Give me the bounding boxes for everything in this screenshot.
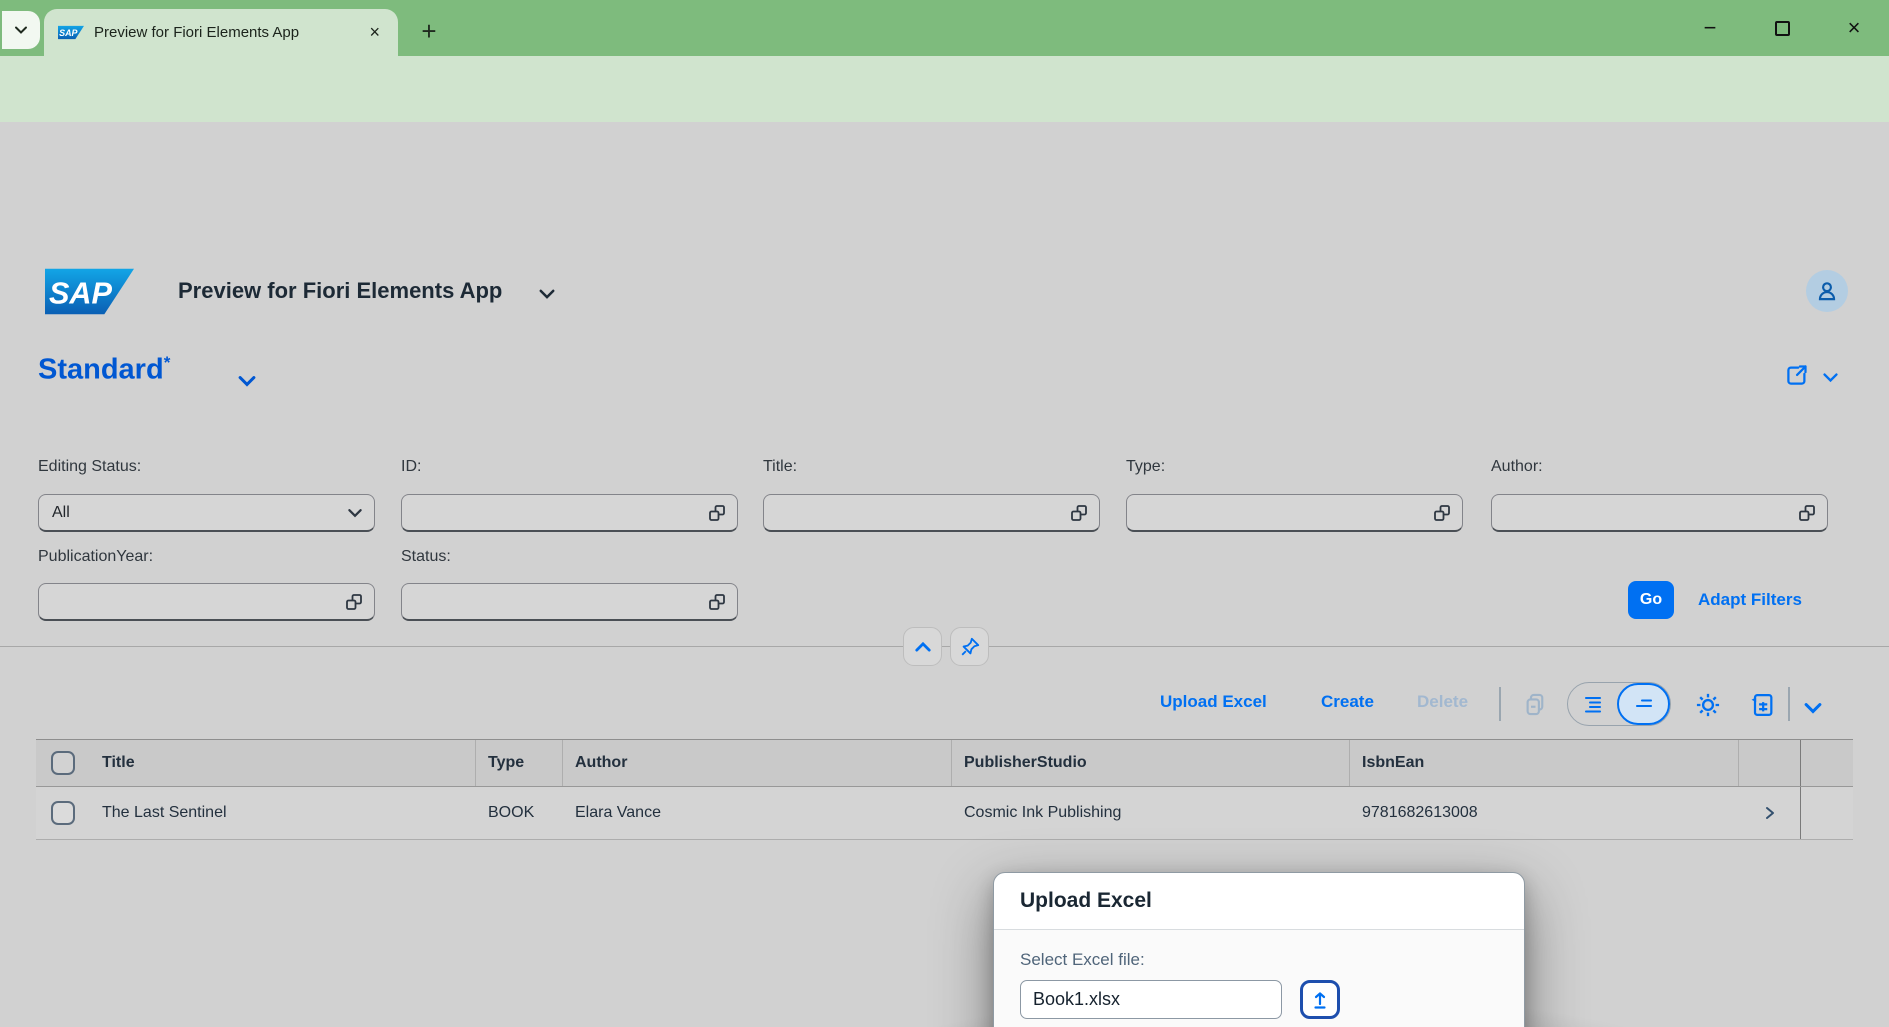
browser-titlebar: SAP Preview for Fiori Elements App × + −… [0, 0, 1889, 56]
row-display-segmented-control [1567, 682, 1671, 726]
adapt-filters-link[interactable]: Adapt Filters [1698, 590, 1802, 610]
filter-input-title[interactable] [763, 494, 1100, 532]
cell-type: BOOK [476, 787, 563, 839]
value-help-icon[interactable] [707, 503, 727, 523]
filter-select-editing-status[interactable]: All [38, 494, 375, 532]
filter-input-author[interactable] [1491, 494, 1828, 532]
variant-dirty-marker: * [164, 353, 171, 372]
row-select-cell [36, 787, 90, 839]
user-avatar-button[interactable] [1806, 270, 1848, 312]
chevron-down-icon [346, 504, 364, 522]
value-help-icon[interactable] [344, 592, 364, 612]
minimize-button[interactable]: − [1697, 15, 1723, 41]
column-header-gutter [1800, 740, 1853, 786]
collapse-filterbar-button[interactable] [903, 627, 942, 666]
tab-title: Preview for Fiori Elements App [94, 24, 355, 41]
copy-icon [1522, 691, 1549, 718]
new-tab-button[interactable]: + [412, 14, 446, 48]
filter-label-publicationyear: PublicationYear: [38, 548, 153, 566]
file-browse-button[interactable] [1300, 980, 1340, 1019]
window-controls: − × [1697, 0, 1889, 56]
collapse-rows-segment[interactable] [1568, 683, 1617, 725]
maximize-icon [1775, 21, 1790, 36]
filter-label-editing-status: Editing Status: [38, 458, 141, 476]
column-header-publisherstudio[interactable]: PublisherStudio [952, 740, 1350, 786]
filterbar-divider [0, 646, 1889, 647]
table-menu-chevron-icon[interactable] [1802, 697, 1824, 719]
table-row[interactable]: The Last Sentinel BOOK Elara Vance Cosmi… [36, 787, 1853, 840]
fiori-app-page: SAP Preview for Fiori Elements App Stand… [0, 122, 1889, 1027]
expand-rows-icon [1633, 693, 1655, 715]
sap-favicon: SAP [58, 25, 84, 40]
delete-button: Delete [1417, 692, 1468, 712]
tab-search-button[interactable] [2, 11, 40, 49]
svg-text:SAP: SAP [49, 276, 113, 310]
export-spreadsheet-icon[interactable] [1748, 691, 1776, 719]
share-menu-chevron-icon[interactable] [1821, 368, 1840, 387]
filter-label-author: Author: [1491, 458, 1543, 476]
close-window-button[interactable]: × [1841, 15, 1867, 41]
upload-arrow-icon [1308, 988, 1332, 1012]
page-title: Preview for Fiori Elements App [178, 278, 502, 304]
cell-publisher: Cosmic Ink Publishing [952, 787, 1350, 839]
value-help-icon[interactable] [707, 592, 727, 612]
filter-label-id: ID: [401, 458, 421, 476]
browser-navbar: 7ab63f61-d9c7-4bcf-9057-beead39881c1.aba… [0, 56, 1889, 122]
collapse-rows-icon [1582, 693, 1604, 715]
toolbar-separator [1788, 687, 1790, 721]
dialog-title: Upload Excel [1020, 889, 1152, 913]
filter-input-status[interactable] [401, 583, 738, 621]
chevron-up-icon [913, 637, 933, 657]
gear-icon[interactable] [1694, 691, 1722, 719]
value-help-icon[interactable] [1797, 503, 1817, 523]
go-button[interactable]: Go [1628, 581, 1674, 619]
table-header-row: Title Type Author PublisherStudio IsbnEa… [36, 739, 1853, 787]
variant-chevron-icon[interactable] [236, 370, 258, 392]
filter-label-type: Type: [1126, 458, 1165, 476]
sap-logo: SAP [45, 267, 134, 316]
cell-author: Elara Vance [563, 787, 952, 839]
column-header-type[interactable]: Type [476, 740, 563, 786]
filter-label-title: Title: [763, 458, 797, 476]
cell-isbn: 9781682613008 [1350, 787, 1739, 839]
filter-select-value: All [52, 504, 346, 522]
value-help-icon[interactable] [1069, 503, 1089, 523]
upload-excel-dialog: Upload Excel Select Excel file: Upload E… [993, 872, 1525, 1027]
column-header-author[interactable]: Author [563, 740, 952, 786]
filter-input-publicationyear[interactable] [38, 583, 375, 621]
column-header-isbnean[interactable]: IsbnEan [1350, 740, 1739, 786]
toolbar-separator [1499, 687, 1501, 721]
dialog-body: Select Excel file: [994, 930, 1524, 1027]
pin-icon [959, 636, 981, 658]
value-help-icon[interactable] [1432, 503, 1452, 523]
row-gutter [1800, 787, 1853, 839]
file-select-label: Select Excel file: [1020, 950, 1498, 970]
svg-text:SAP: SAP [59, 28, 77, 38]
filter-input-id[interactable] [401, 494, 738, 532]
file-name-input[interactable] [1020, 980, 1282, 1019]
variant-title[interactable]: Standard* [38, 353, 170, 387]
upload-excel-toolbar-button[interactable]: Upload Excel [1160, 692, 1267, 712]
row-checkbox[interactable] [51, 801, 75, 825]
select-all-cell [36, 740, 90, 786]
person-icon [1814, 278, 1840, 304]
create-button[interactable]: Create [1321, 692, 1374, 712]
expand-rows-segment[interactable] [1617, 683, 1670, 725]
cell-title: The Last Sentinel [90, 787, 476, 839]
filter-input-type[interactable] [1126, 494, 1463, 532]
select-all-checkbox[interactable] [51, 751, 75, 775]
browser-tab[interactable]: SAP Preview for Fiori Elements App × [44, 9, 398, 56]
row-navigation-chevron-icon[interactable] [1739, 787, 1800, 839]
tab-search-chevron-icon [13, 22, 29, 38]
pin-filterbar-button[interactable] [950, 627, 989, 666]
dialog-header: Upload Excel [994, 873, 1524, 930]
tab-close-button[interactable]: × [365, 22, 384, 43]
share-icon[interactable] [1783, 362, 1810, 389]
books-table: Title Type Author PublisherStudio IsbnEa… [36, 739, 1853, 840]
maximize-button[interactable] [1769, 15, 1795, 41]
column-header-title[interactable]: Title [90, 740, 476, 786]
app-title-chevron-icon[interactable] [537, 284, 557, 304]
column-header-nav [1739, 740, 1800, 786]
filter-label-status: Status: [401, 548, 451, 566]
